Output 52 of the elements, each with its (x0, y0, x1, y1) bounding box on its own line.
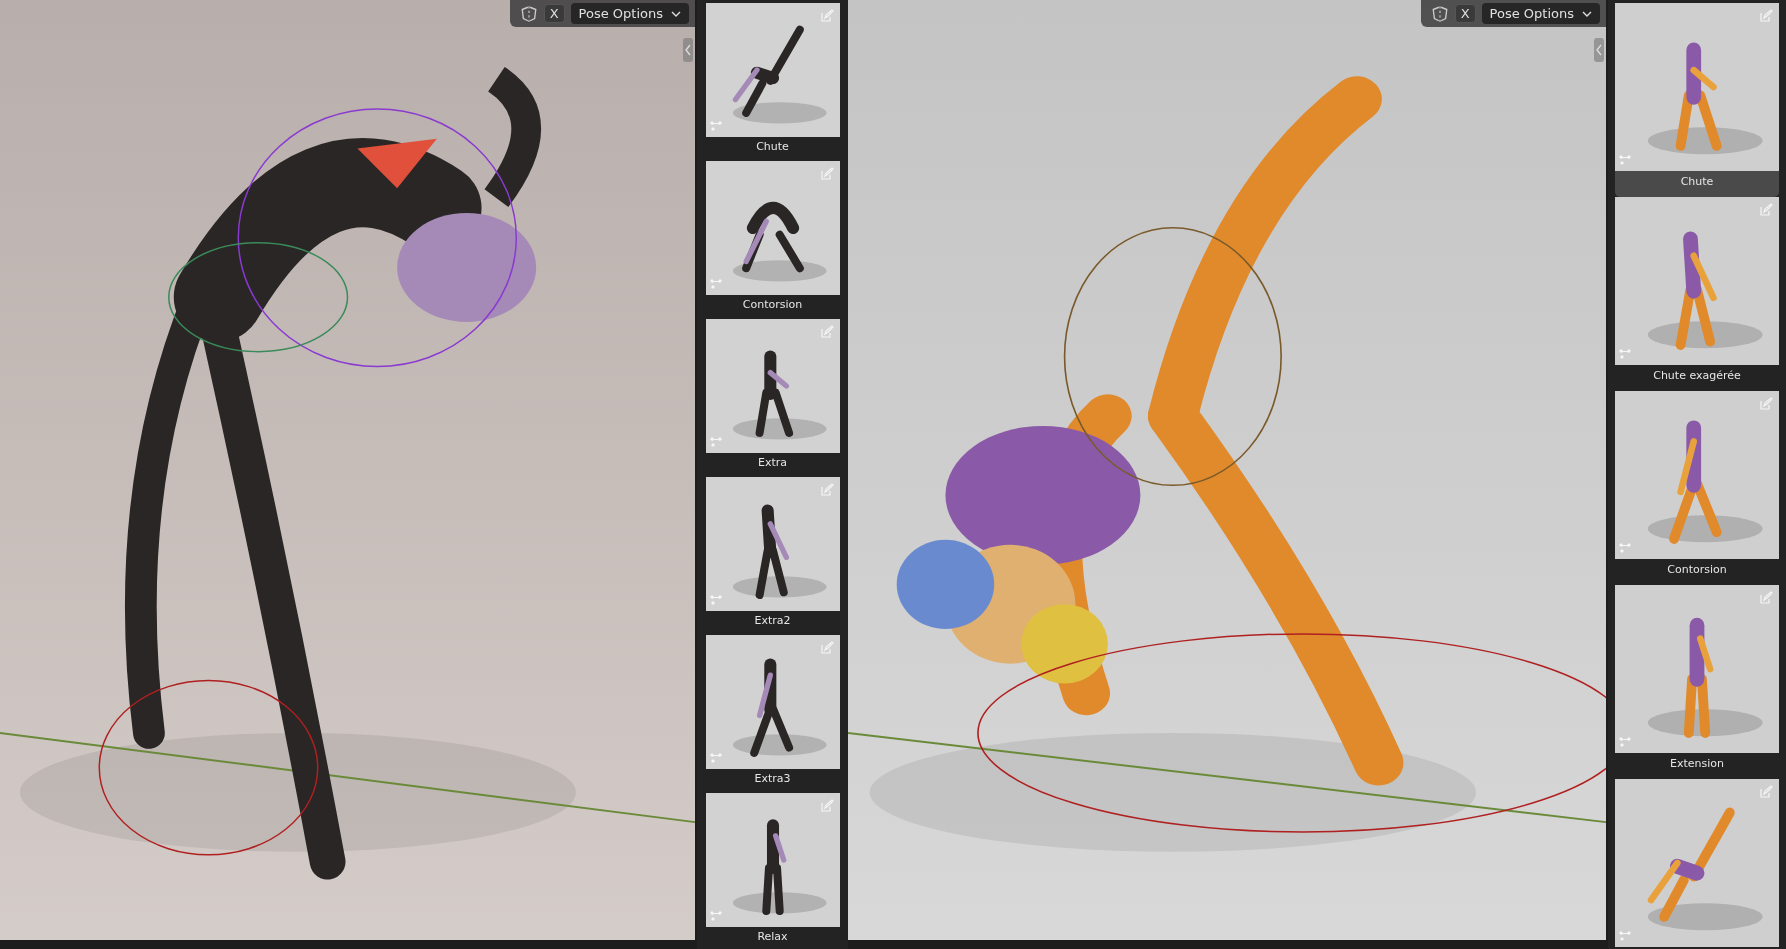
pose-name: Extension (1670, 756, 1724, 772)
bone-icon (708, 751, 723, 765)
pose-item[interactable]: Extra3 (704, 635, 841, 793)
pose-name: Chute exagérée (1653, 368, 1741, 384)
edit-icon[interactable] (819, 325, 834, 339)
edit-icon[interactable] (1759, 9, 1773, 23)
edit-icon[interactable] (819, 799, 834, 813)
bone-icon (1618, 929, 1632, 943)
pose-item[interactable]: Relax (704, 793, 841, 949)
pose-name: Contorsion (742, 297, 803, 313)
pose-name: Chute (1680, 174, 1714, 190)
bone-icon (1618, 541, 1632, 555)
x-mirror-toggle[interactable]: X (543, 4, 565, 23)
pose-item[interactable]: Chute exagérée (1615, 197, 1779, 391)
edit-icon[interactable] (819, 641, 834, 655)
edit-icon[interactable] (1759, 591, 1773, 605)
pose-item[interactable]: Extra (704, 319, 841, 477)
pose-name: Extra3 (754, 771, 791, 787)
bone-icon (1618, 347, 1632, 361)
mirror-icon[interactable] (519, 4, 538, 23)
pose-name: Relax (757, 929, 788, 945)
mirror-icon[interactable] (1430, 4, 1449, 23)
bone-icon (1618, 153, 1632, 167)
pose-item[interactable]: Contorsion (704, 161, 841, 319)
pose-name: Contorsion (1667, 562, 1727, 578)
edit-icon[interactable] (1759, 397, 1773, 411)
bone-icon (708, 277, 723, 291)
bone-icon (1618, 735, 1632, 749)
edit-icon[interactable] (1759, 203, 1773, 217)
bone-icon (708, 909, 723, 923)
edit-icon[interactable] (819, 9, 834, 23)
collapse-icon[interactable] (683, 38, 693, 62)
pose-item[interactable]: Chute (704, 3, 841, 161)
pose-item[interactable]: Extension (1615, 585, 1779, 779)
edit-icon[interactable] (819, 483, 834, 497)
pose-name: Chute (756, 139, 789, 155)
bone-icon (708, 593, 723, 607)
edit-icon[interactable] (819, 167, 834, 181)
collapse-icon[interactable] (1594, 38, 1604, 62)
pose-item[interactable]: Chute (1615, 3, 1779, 197)
bone-icon (708, 435, 723, 449)
pose-options-dropdown[interactable]: Pose Options (1481, 3, 1600, 24)
caret-icon (671, 10, 681, 17)
pose-item[interactable]: Contorsion (1615, 391, 1779, 585)
pose-item[interactable]: Extra2 (704, 477, 841, 635)
caret-icon (1582, 10, 1592, 17)
pose-name: Extra2 (754, 613, 791, 629)
pose-options-dropdown[interactable]: Pose Options (570, 3, 689, 24)
edit-icon[interactable] (1759, 785, 1773, 799)
bone-icon (708, 119, 723, 133)
x-mirror-toggle[interactable]: X (1454, 4, 1476, 23)
pose-name: Extra (757, 455, 787, 471)
